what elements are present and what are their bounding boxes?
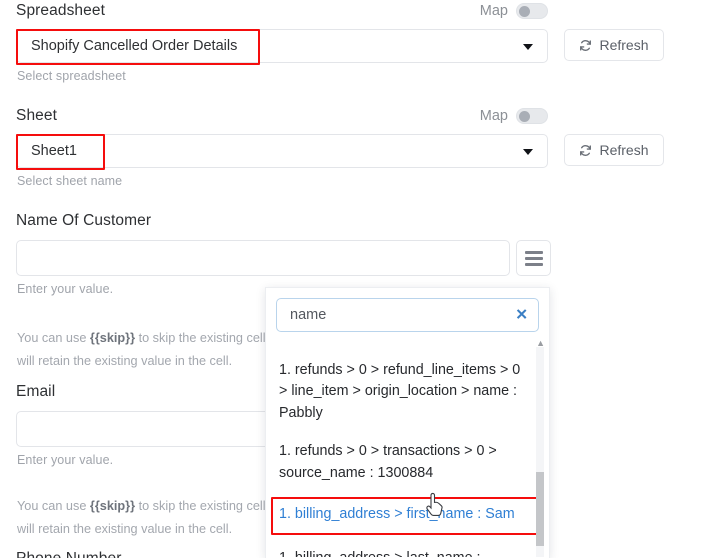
name-of-customer-label: Name Of Customer (16, 212, 152, 229)
sheet-select[interactable]: Sheet1 (16, 134, 548, 168)
sheet-control-row: Sheet1 Refresh (0, 134, 726, 168)
list-item[interactable]: 1. refunds > 0 > transactions > 0 > sour… (277, 437, 527, 488)
sheet-map-toggle[interactable] (516, 108, 548, 124)
chevron-down-icon (523, 44, 533, 50)
toggle-knob (519, 110, 530, 122)
skip-note-prefix: You can use (17, 331, 90, 345)
phone-number-label: Phone Number (16, 550, 121, 558)
dropdown-option-list[interactable]: 1. refunds > 0 1. refunds > 0 > refund_l… (266, 339, 549, 557)
sheet-selected-value: Sheet1 (31, 143, 77, 159)
skip-token: {{skip}} (89, 331, 136, 345)
hamburger-icon-bar (524, 256, 543, 260)
sheet-field-group: Sheet Map Sheet1 Refresh Select sheet na… (0, 105, 726, 188)
list-item-partial[interactable]: 1. refunds > 0 (277, 339, 527, 347)
sheet-label-row: Sheet Map (0, 105, 726, 127)
name-of-customer-menu-button[interactable] (516, 240, 551, 276)
name-of-customer-input[interactable] (16, 240, 510, 276)
hamburger-icon-bar (524, 262, 543, 266)
spreadsheet-control-row: Shopify Cancelled Order Details Refresh (0, 29, 726, 63)
refresh-icon (580, 39, 592, 51)
spreadsheet-selected-value: Shopify Cancelled Order Details (31, 38, 238, 54)
toggle-knob (519, 5, 530, 17)
spreadsheet-helper-text: Select spreadsheet (17, 69, 126, 83)
dropdown-search-box[interactable]: ✕ (276, 298, 539, 332)
hamburger-icon-bar (524, 250, 543, 254)
spreadsheet-field-group: Spreadsheet Map Shopify Cancelled Order … (0, 0, 726, 83)
close-icon[interactable]: ✕ (515, 308, 528, 323)
skip-note-prefix: You can use (17, 499, 90, 513)
dropdown-search-input[interactable] (290, 307, 506, 323)
spreadsheet-refresh-label: Refresh (599, 37, 649, 53)
spreadsheet-map-control[interactable]: Map (480, 3, 548, 19)
dropdown-search-wrap: ✕ (266, 288, 549, 339)
dropdown-scrollbar-thumb[interactable] (536, 472, 544, 546)
name-of-customer-label-row: Name Of Customer (0, 210, 726, 232)
spreadsheet-select[interactable]: Shopify Cancelled Order Details (16, 29, 548, 63)
list-item-selected[interactable]: 1. billing_address > first_name : Sam (271, 497, 543, 535)
spreadsheet-label: Spreadsheet (16, 2, 105, 19)
sheet-refresh-button[interactable]: Refresh (564, 134, 664, 166)
spreadsheet-map-label: Map (479, 3, 508, 19)
list-item[interactable]: 1. billing_address > last_name : Thomas (277, 544, 527, 558)
sheet-map-label: Map (479, 108, 508, 124)
spreadsheet-refresh-button[interactable]: Refresh (564, 29, 664, 61)
plugin-configuration-panel: Spreadsheet Map Shopify Cancelled Order … (0, 0, 726, 558)
list-item[interactable]: 1. refunds > 0 > refund_line_items > 0 >… (277, 356, 527, 429)
dropdown-option-list-inner: 1. refunds > 0 1. refunds > 0 > refund_l… (271, 339, 543, 558)
spreadsheet-label-row: Spreadsheet Map (0, 0, 726, 22)
field-mapping-dropdown[interactable]: ✕ 1. refunds > 0 1. refunds > 0 > refund… (265, 287, 550, 558)
name-of-customer-input-row (0, 240, 726, 276)
name-of-customer-field-group: Name Of Customer Enter your value. (0, 210, 726, 296)
refresh-icon (580, 144, 592, 156)
sheet-map-control[interactable]: Map (480, 108, 548, 124)
sheet-refresh-label: Refresh (599, 142, 649, 158)
sheet-helper-text: Select sheet name (17, 174, 123, 188)
sheet-label: Sheet (16, 107, 58, 124)
email-label: Email (16, 383, 56, 400)
chevron-down-icon (523, 149, 533, 155)
skip-token: {{skip}} (89, 499, 136, 513)
spreadsheet-map-toggle[interactable] (516, 3, 548, 19)
